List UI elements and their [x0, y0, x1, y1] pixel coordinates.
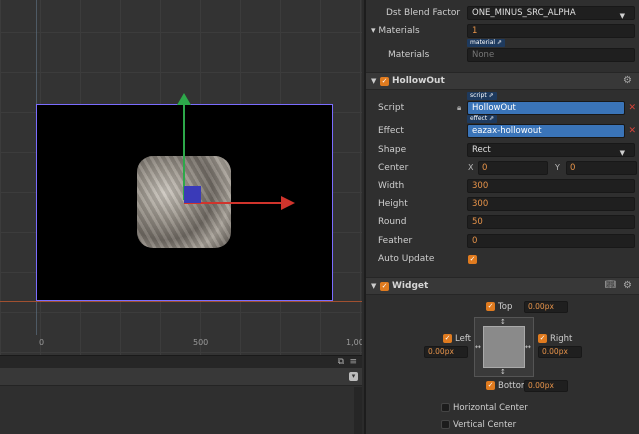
materials-count-row: ▾ Materials 1	[366, 22, 639, 40]
center-label: Center	[378, 163, 409, 173]
widget-alignment-target	[483, 326, 525, 368]
widget-section-header[interactable]: ▼ ✓ Widget 📖︎ ⚙	[366, 277, 639, 295]
right-arrow-icon: ↔	[525, 343, 531, 351]
hollowout-section-header[interactable]: ▼ ✓ HollowOut ⚙	[366, 72, 639, 90]
collapse-icon[interactable]: ▾	[349, 372, 358, 381]
effect-type-badge: effect ⇗	[467, 115, 498, 123]
material-label: Materials	[388, 50, 430, 60]
hollowout-enabled-checkbox[interactable]: ✓	[380, 77, 389, 86]
auto-update-checkbox[interactable]: ✓	[468, 255, 477, 264]
clear-script-icon[interactable]: ✕	[628, 103, 636, 113]
collapse-arrow-icon[interactable]: ▼	[371, 77, 376, 85]
gizmo-center-handle[interactable]	[184, 186, 201, 203]
scene-view[interactable]: 0 500 1,00	[0, 0, 362, 355]
widget-bottom-input[interactable]: 0.00px	[524, 380, 568, 392]
round-row: Round 50	[366, 213, 639, 231]
lock-icon: 🔒︎	[457, 103, 462, 112]
dst-blend-select[interactable]: ONE_MINUS_SRC_ALPHA ▼	[467, 6, 635, 20]
feather-input[interactable]: 0	[467, 234, 635, 248]
feather-label: Feather	[378, 236, 413, 246]
widget-right-input[interactable]: 0.00px	[538, 346, 582, 358]
chevron-down-icon: ▼	[619, 12, 625, 20]
gear-icon[interactable]: ⚙	[623, 280, 632, 291]
gear-icon[interactable]: ⚙	[623, 75, 632, 86]
ruler-label: 1,00	[346, 338, 362, 347]
material-row: Materials material ⇗ None	[366, 39, 639, 64]
script-type-badge: script ⇗	[467, 92, 497, 100]
dst-blend-row: Dst Blend Factor ONE_MINUS_SRC_ALPHA ▼	[366, 4, 639, 22]
widget-title: Widget	[392, 281, 429, 291]
menu-icon[interactable]: ≡	[349, 357, 357, 367]
collapse-arrow-icon[interactable]: ▼	[371, 282, 376, 290]
editor-window: 0 500 1,00 ⧉ ≡ ▾ Dst Blend Factor ONE_MI…	[0, 0, 639, 434]
shape-row: Shape Rect ▼	[366, 141, 639, 159]
height-input[interactable]: 300	[467, 197, 635, 211]
script-slot[interactable]: HollowOut	[467, 101, 625, 115]
center-x-input[interactable]: 0	[478, 161, 548, 175]
shape-select[interactable]: Rect ▼	[467, 143, 635, 157]
round-label: Round	[378, 217, 407, 227]
vertical-center-checkbox[interactable]	[441, 420, 450, 429]
materials-count-label[interactable]: ▾ Materials	[371, 26, 420, 36]
widget-bottom-checkbox[interactable]: ✓	[486, 381, 495, 390]
widget-top-checkbox[interactable]: ✓	[486, 302, 495, 311]
center-x-axis-label[interactable]: X	[468, 163, 473, 172]
material-type-badge: material ⇗	[467, 39, 505, 47]
dst-blend-value: ONE_MINUS_SRC_ALPHA	[472, 8, 576, 18]
gizmo-y-arrow-icon[interactable]	[177, 93, 191, 105]
gizmo-x-arrow-icon[interactable]	[281, 196, 295, 210]
effect-row: Effect effect ⇗ eazax-hollowout ✕	[366, 115, 639, 140]
ruler-label: 0	[39, 338, 45, 347]
auto-update-row: Auto Update ✓	[366, 250, 639, 268]
ruler-label: 500	[193, 338, 209, 347]
axis-line-horizontal	[0, 301, 362, 302]
bottom-panel: ▾	[0, 368, 362, 434]
widget-enabled-checkbox[interactable]: ✓	[380, 282, 389, 291]
panel-toolbar: ⧉ ≡	[0, 355, 362, 368]
script-row: Script 🔒︎ script ⇗ HollowOut ✕	[366, 92, 639, 117]
scrollbar[interactable]	[354, 387, 362, 434]
horizontal-center-label: Horizontal Center	[453, 403, 528, 413]
dst-blend-label: Dst Blend Factor	[386, 8, 461, 18]
widget-left-checkbox[interactable]: ✓	[443, 334, 452, 343]
widget-top-label: Top	[498, 302, 513, 312]
horizontal-center-checkbox[interactable]	[441, 403, 450, 412]
shape-label: Shape	[378, 145, 407, 155]
maximize-icon[interactable]: ⧉	[338, 357, 344, 367]
center-y-axis-label[interactable]: Y	[555, 163, 560, 172]
vertical-center-label: Vertical Center	[453, 420, 517, 430]
center-row: Center X 0 Y 0	[366, 159, 639, 177]
auto-update-label: Auto Update	[378, 254, 435, 264]
widget-left-label: Left	[455, 334, 471, 344]
book-icon[interactable]: 📖︎	[605, 280, 616, 290]
width-input[interactable]: 300	[467, 179, 635, 193]
widget-left-input[interactable]: 0.00px	[424, 346, 468, 358]
widget-top-input[interactable]: 0.00px	[524, 301, 568, 313]
bottom-panel-header: ▾	[0, 368, 362, 386]
left-arrow-icon: ↔	[475, 343, 481, 351]
effect-label: Effect	[378, 126, 404, 136]
script-label: Script	[378, 103, 405, 113]
round-input[interactable]: 50	[467, 215, 635, 229]
gizmo-y-axis[interactable]	[183, 100, 185, 200]
width-label: Width	[378, 181, 405, 191]
center-y-input[interactable]: 0	[566, 161, 637, 175]
top-arrow-icon: ↕	[500, 318, 506, 326]
material-slot[interactable]: None	[467, 48, 635, 62]
clear-effect-icon[interactable]: ✕	[628, 126, 636, 136]
width-row: Width 300	[366, 177, 639, 195]
chevron-down-icon: ▼	[619, 149, 625, 157]
widget-right-checkbox[interactable]: ✓	[538, 334, 547, 343]
height-label: Height	[378, 199, 408, 209]
bottom-arrow-icon: ↕	[500, 368, 506, 376]
effect-slot[interactable]: eazax-hollowout	[467, 124, 625, 138]
widget-right-label: Right	[550, 334, 573, 344]
height-row: Height 300	[366, 195, 639, 213]
feather-row: Feather 0	[366, 232, 639, 250]
materials-count-input[interactable]: 1	[467, 24, 635, 38]
hollowout-title: HollowOut	[392, 76, 445, 86]
shape-value: Rect	[472, 145, 491, 155]
